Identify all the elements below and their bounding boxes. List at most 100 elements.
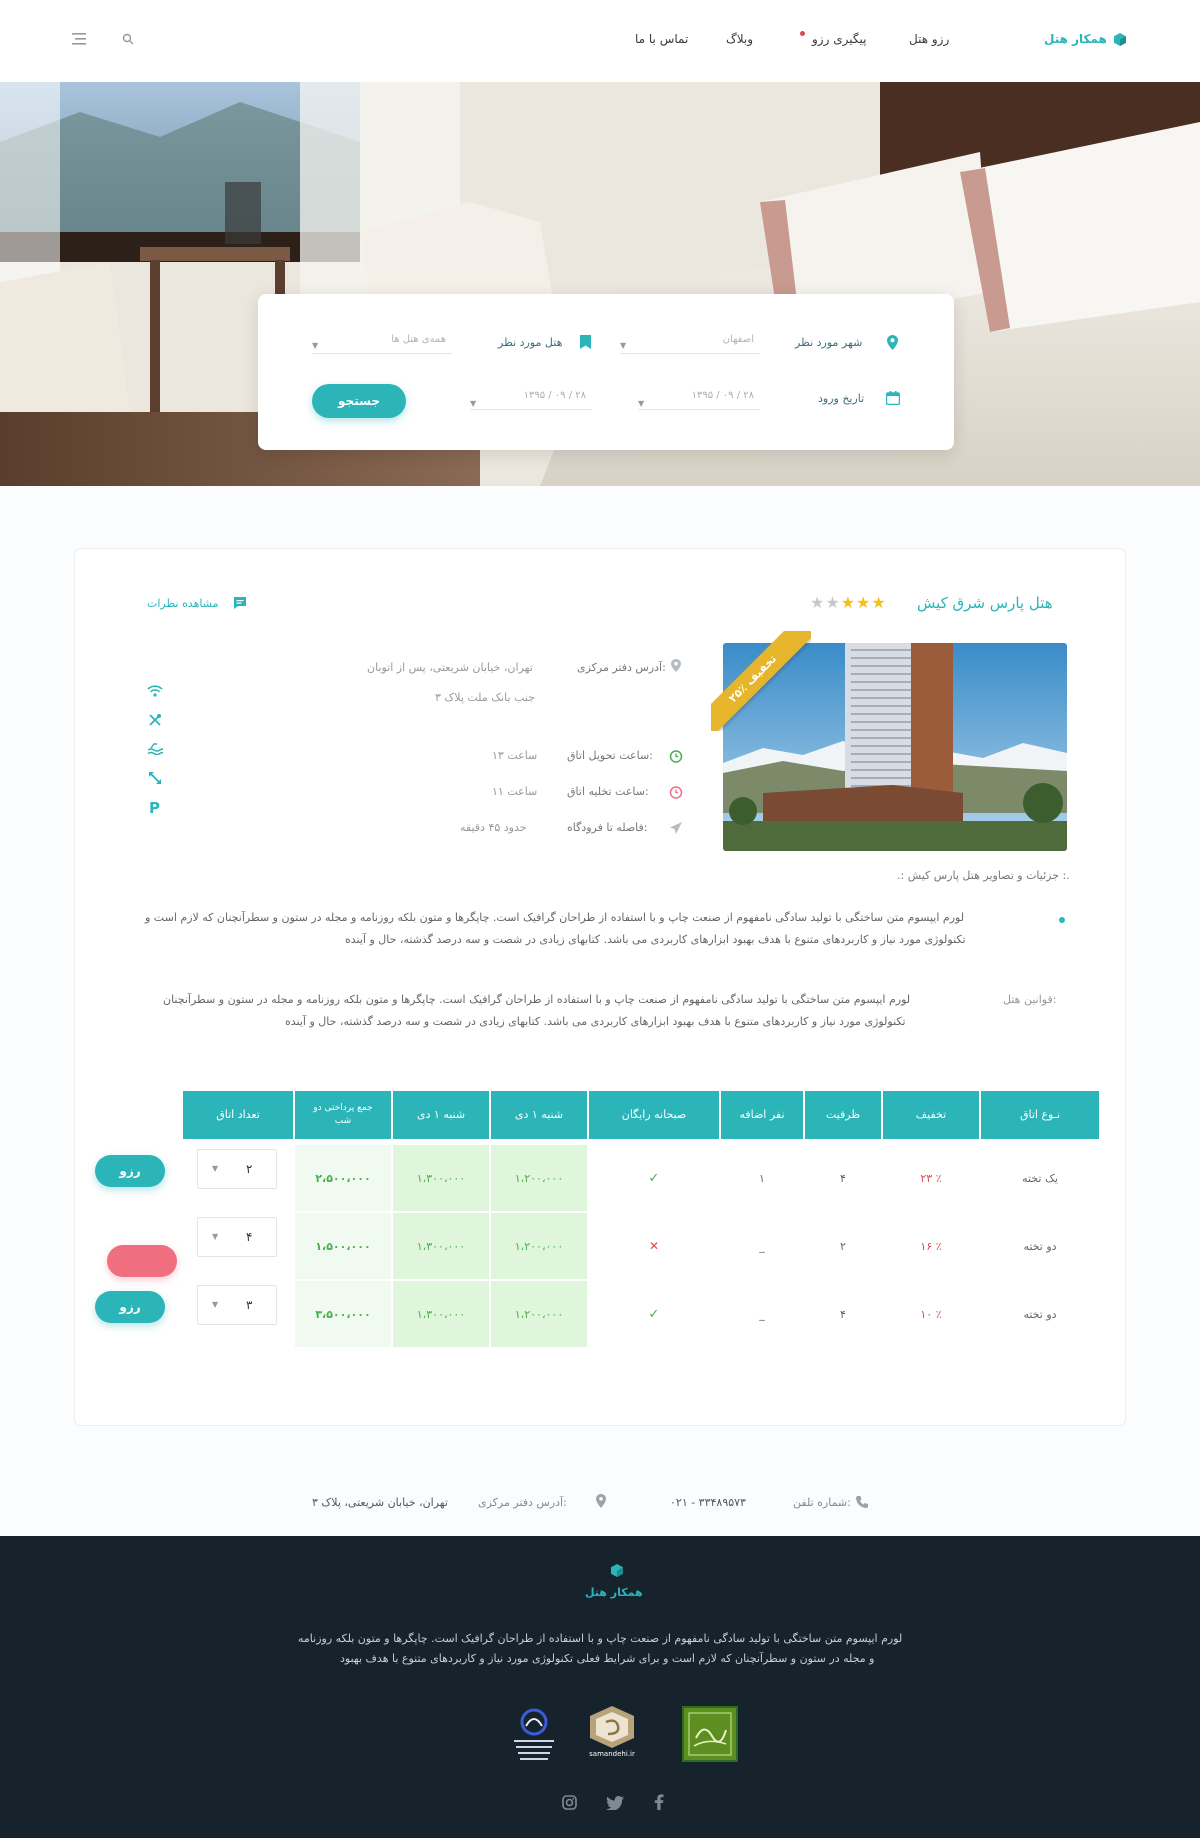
menu-icon[interactable] <box>72 33 88 45</box>
samandehi-badge[interactable]: samandehi.ir <box>586 1704 638 1766</box>
col-room-type: نـوع اتاق <box>981 1091 1099 1139</box>
nav-hotel-booking[interactable]: رزو هتل <box>909 32 949 46</box>
enamad-badge[interactable] <box>682 1706 738 1762</box>
top-header: تماس با ما وبلاگ پیگیری رزو رزو هتل همکا… <box>0 0 1200 82</box>
checkin-date-input[interactable]: ۱۳۹۵ / ۰۹ / ۲۸ ▼ <box>638 386 760 410</box>
logo-text[interactable]: همکار هتل <box>1044 32 1107 46</box>
footer: همکار هتل لورم ایپسوم متن ساختگی با تولی… <box>0 1536 1200 1838</box>
bookmark-icon <box>580 335 591 349</box>
association-badge[interactable] <box>506 1704 562 1768</box>
office-address-label: آدرس دفتر مرکزی: <box>478 1496 567 1509</box>
nav-reservation-tracking[interactable]: پیگیری رزو <box>812 32 866 46</box>
row2-reserve-button[interactable] <box>107 1245 177 1277</box>
row3-room-count-select[interactable]: ۳ ▼ <box>197 1285 277 1325</box>
row1-total: ۲،۵۰۰،۰۰۰ <box>295 1145 391 1211</box>
location-pin-icon <box>887 335 898 350</box>
bullet <box>1059 917 1065 923</box>
comment-icon[interactable] <box>233 596 247 610</box>
row2-room-type: دو تخته <box>1023 1239 1057 1253</box>
description-line2: تکنولوژی مورد نیاز و کاربردهای متنوع با … <box>345 933 966 946</box>
nav-contact[interactable]: تماس با ما <box>635 32 688 46</box>
checkin-time-label: ساعت تحویل اتاق: <box>567 749 653 762</box>
row3-night2-price: ۱،۳۰۰،۰۰۰ <box>393 1281 489 1347</box>
row1-discount: ۲۳ ٪ <box>920 1171 942 1185</box>
checkin-time-value: ساعت ۱۳ <box>492 749 538 762</box>
city-select[interactable]: اصفهان ▼ <box>620 330 760 354</box>
logo-icon <box>611 1564 623 1577</box>
chevron-down-icon: ▼ <box>212 1300 219 1309</box>
star-icon: ★ <box>856 593 872 612</box>
row2-capacity: ۲ <box>840 1239 846 1253</box>
row2-room-count-select[interactable]: ۴ ▼ <box>197 1217 277 1257</box>
location-pin-icon <box>596 1494 606 1508</box>
phone-icon <box>855 1495 869 1509</box>
hotel-value: همه‌ی هتل ها <box>391 334 446 345</box>
row1-room-count-value: ۲ <box>246 1162 253 1176</box>
row2-total: ۱،۵۰۰،۰۰۰ <box>295 1213 391 1279</box>
row2-night2-price: ۱،۳۰۰،۰۰۰ <box>393 1213 489 1279</box>
checkout-date-value: ۱۳۹۵ / ۰۹ / ۲۸ <box>523 390 586 401</box>
wifi-icon <box>147 685 163 697</box>
twitter-icon[interactable] <box>606 1796 624 1810</box>
row3-extra: _ <box>759 1307 765 1321</box>
calendar-icon <box>886 391 900 405</box>
discount-ribbon: ۲۵٪ تخفیف <box>711 631 811 731</box>
row1-reserve-button[interactable]: رزو <box>95 1155 165 1187</box>
row3-room-type: دو تخته <box>1023 1307 1057 1321</box>
col-discount: تخفیف <box>883 1091 979 1139</box>
hotel-rules-line1: لورم ایپسوم متن ساختگی با تولید سادگی نا… <box>163 993 911 1006</box>
row1-night2-price: ۱،۳۰۰،۰۰۰ <box>393 1145 489 1211</box>
row2-extra: _ <box>759 1239 765 1253</box>
footer-logo-text[interactable]: همکار هتل <box>585 1586 643 1599</box>
row1-room-count-select[interactable]: ۲ ▼ <box>197 1149 277 1189</box>
search-icon[interactable] <box>122 33 134 45</box>
office-address-value: تهران، خیابان شریعتی، پلاک ۳ <box>312 1496 448 1509</box>
city-value: اصفهان <box>722 334 754 345</box>
row3-reserve-button[interactable]: رزو <box>95 1291 165 1323</box>
checkin-date-value: ۱۳۹۵ / ۰۹ / ۲۸ <box>691 390 754 401</box>
nav-blog[interactable]: وبلاگ <box>726 32 753 46</box>
checkout-time-label: ساعت تخلیه اتاق: <box>567 785 649 798</box>
notification-dot <box>800 31 805 36</box>
hotel-select[interactable]: همه‌ی هتل ها ▼ <box>312 330 452 354</box>
expand-icon <box>148 771 162 785</box>
star-empty-icon: ★ <box>825 593 841 612</box>
view-reviews-link[interactable]: مشاهده نظرات <box>147 597 218 610</box>
row1-breakfast: ✓ <box>589 1145 719 1211</box>
hotel-detail-card: هتل پارس شرق کیش ★★★★★ مشاهده نظرات ۲۵٪ … <box>74 548 1126 1426</box>
row2-discount: ۱۶ ٪ <box>920 1239 942 1253</box>
phone-label: شماره تلفن: <box>793 1496 851 1509</box>
restaurant-icon <box>148 713 162 727</box>
alarm-clock-icon <box>669 749 683 763</box>
hotel-label: هتل مورد نظر <box>498 336 563 349</box>
row1-capacity: ۴ <box>840 1171 846 1185</box>
checkout-time-value: ساعت ۱۱ <box>492 785 538 798</box>
check-icon: ✓ <box>648 1170 660 1186</box>
discount-ribbon-label: ۲۵٪ تخفیف <box>711 631 811 731</box>
row3-breakfast: ✓ <box>589 1281 719 1347</box>
star-icon: ★ <box>871 593 887 612</box>
instagram-icon[interactable] <box>562 1795 577 1810</box>
footer-text-line2: و مجله در ستون و سطرآنچنان که لازم است و… <box>340 1652 875 1665</box>
star-icon: ★ <box>840 593 857 612</box>
airplane-icon <box>669 821 683 835</box>
airport-distance-label: فاصله تا فرودگاه: <box>567 821 648 834</box>
search-button[interactable]: جستجو <box>312 384 406 418</box>
row2-breakfast: ✕ <box>589 1213 719 1279</box>
facebook-icon[interactable] <box>654 1794 664 1810</box>
phone-value[interactable]: ۰۲۱ - ۳۳۴۸۹۵۷۳ <box>670 1496 746 1509</box>
hotel-rules-label: قوانین هتل: <box>1003 993 1057 1006</box>
location-pin-icon <box>671 659 681 672</box>
row3-capacity: ۴ <box>840 1307 846 1321</box>
check-icon: ✓ <box>648 1306 660 1322</box>
row3-night1-price: ۱،۲۰۰،۰۰۰ <box>491 1281 587 1347</box>
chevron-down-icon: ▼ <box>638 399 645 408</box>
gallery-caption[interactable]: .: جزئیات و تصاویر هتل پارس کیش :. <box>897 869 1070 882</box>
checkout-date-input[interactable]: ۱۳۹۵ / ۰۹ / ۲۸ ▼ <box>470 386 592 410</box>
row3-total: ۳،۵۰۰،۰۰۰ <box>295 1281 391 1347</box>
hotel-rules-line2: تکنولوژی مورد نیاز و کاربردهای متنوع با … <box>285 1015 906 1028</box>
col-extra-person: نفر اضافه <box>721 1091 803 1139</box>
star-empty-icon: ★ <box>810 593 826 612</box>
address-line1: تهران، خیابان شریعتی، پس از اتوبان <box>367 661 533 674</box>
hotel-name: هتل پارس شرق کیش <box>917 594 1053 612</box>
